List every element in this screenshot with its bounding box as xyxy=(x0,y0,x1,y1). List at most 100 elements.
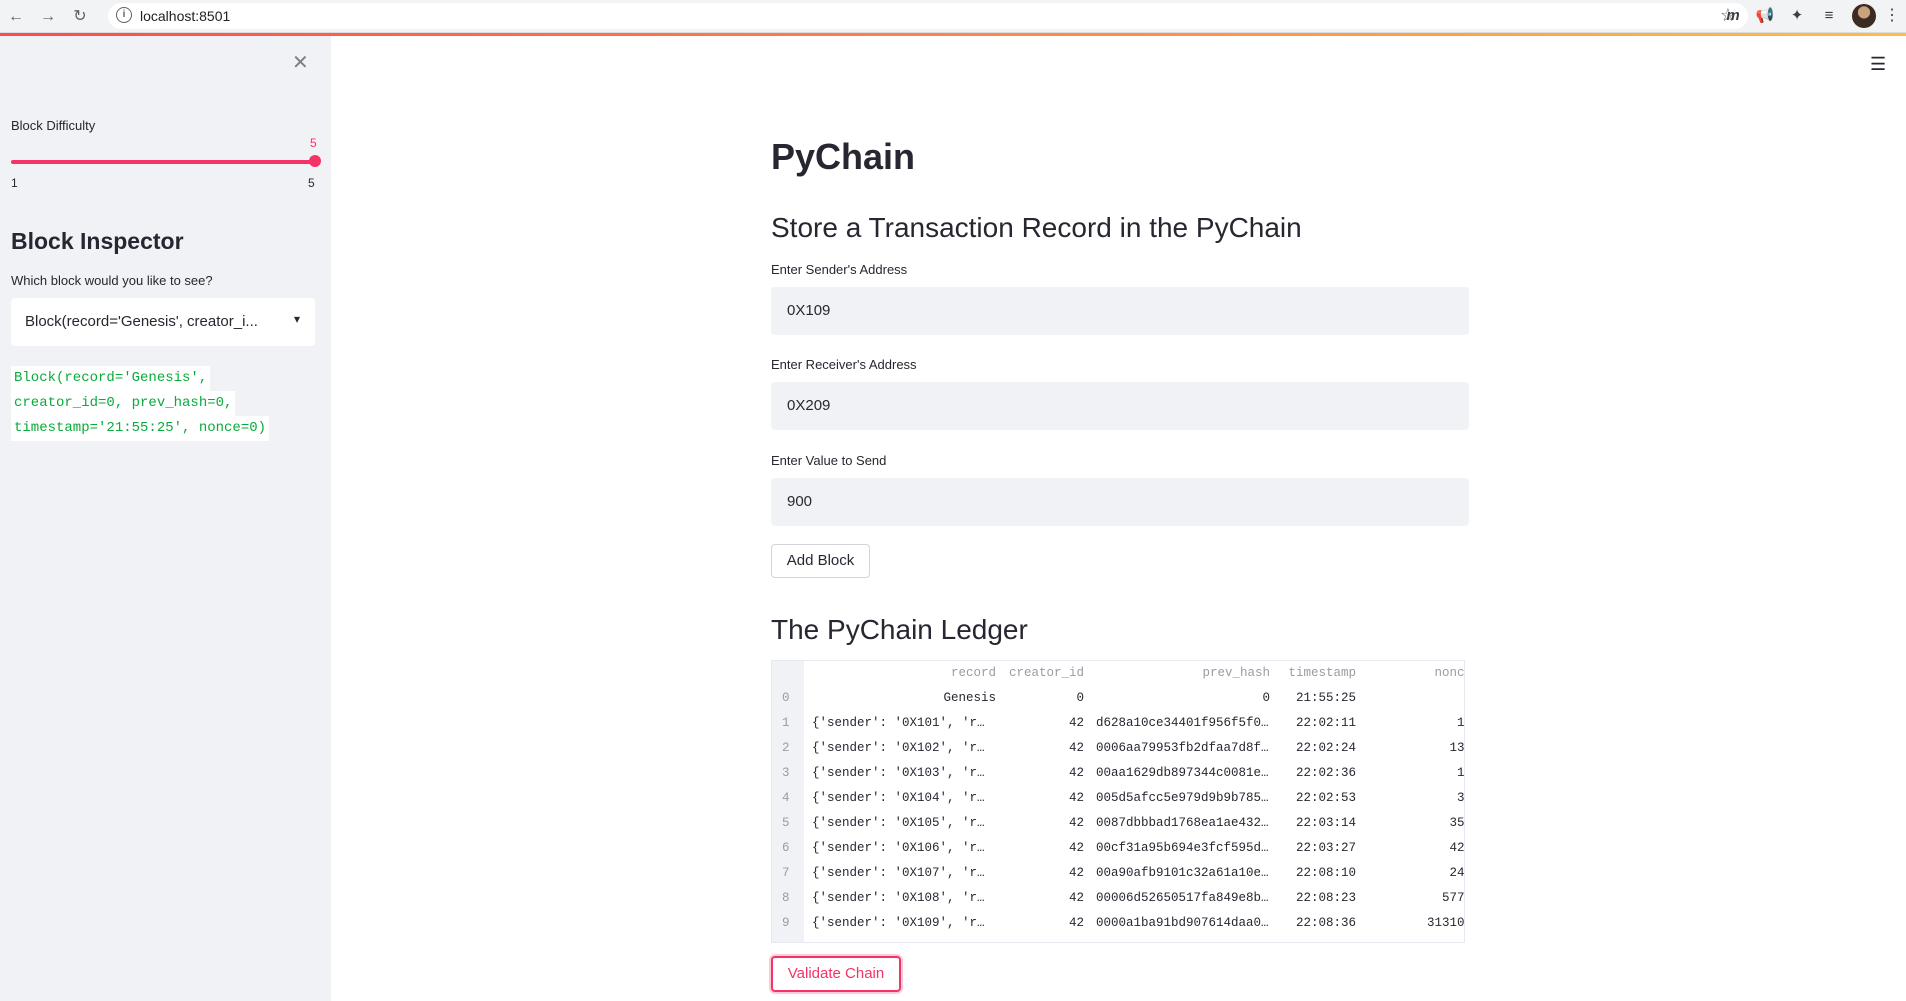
timestamp-cell[interactable]: 22:03:27 xyxy=(1282,841,1356,855)
creator-id-cell[interactable]: 42 xyxy=(1004,916,1084,930)
record-cell[interactable]: {'sender': '0X106', 'r… xyxy=(812,841,996,855)
row-index[interactable]: 5 xyxy=(782,816,796,830)
timestamp-cell[interactable]: 22:08:10 xyxy=(1282,866,1356,880)
back-arrow-icon[interactable]: ← xyxy=(4,5,28,29)
address-bar[interactable]: i localhost:8501 ☆ xyxy=(108,3,1748,29)
column-header-creator-id[interactable]: creator_id xyxy=(1004,666,1084,680)
column-header-nonce[interactable]: nonce xyxy=(1372,666,1464,680)
row-index[interactable]: 9 xyxy=(782,916,796,930)
creator-id-cell[interactable]: 42 xyxy=(1004,891,1084,905)
column-header-prev-hash[interactable]: prev_hash xyxy=(1096,666,1270,680)
timestamp-cell[interactable]: 22:02:24 xyxy=(1282,741,1356,755)
nonce-cell[interactable]: 5773 xyxy=(1372,891,1464,905)
block-select[interactable]: Block(record='Genesis', creator_i... ▾ xyxy=(11,298,315,346)
column-header-timestamp[interactable]: timestamp xyxy=(1282,666,1356,680)
amount-input[interactable]: 900 xyxy=(771,478,1469,526)
record-cell[interactable]: Genesis xyxy=(812,691,996,705)
caret-down-icon[interactable]: ▾ xyxy=(294,312,300,326)
table-row[interactable]: 8 {'sender': '0X108', 'r… 42 00006d52650517… xyxy=(772,886,1464,911)
block-select-value[interactable]: Block(record='Genesis', creator_i... xyxy=(25,313,258,330)
row-index[interactable]: 6 xyxy=(782,841,796,855)
nonce-cell[interactable]: 13 xyxy=(1372,766,1464,780)
row-index[interactable]: 2 xyxy=(782,741,796,755)
table-row[interactable]: 9 {'sender': '0X109', 'r… 42 0000a1ba91bd90… xyxy=(772,911,1464,936)
creator-id-cell[interactable]: 42 xyxy=(1004,816,1084,830)
ledger-table[interactable]: record creator_id prev_hash timestamp no… xyxy=(771,660,1465,943)
sender-input[interactable]: 0X109 xyxy=(771,287,1469,335)
timestamp-cell[interactable]: 22:02:11 xyxy=(1282,716,1356,730)
profile-avatar[interactable] xyxy=(1852,4,1876,28)
nonce-cell[interactable]: 0 xyxy=(1372,691,1464,705)
prev-hash-cell[interactable]: 00006d52650517fa849e8b… xyxy=(1096,891,1270,905)
table-row[interactable]: 1 {'sender': '0X101', 'r… 42 d628a10ce34401… xyxy=(772,711,1464,736)
creator-id-cell[interactable]: 42 xyxy=(1004,866,1084,880)
nonce-cell[interactable]: 313107 xyxy=(1372,916,1464,930)
row-index[interactable]: 3 xyxy=(782,766,796,780)
nonce-cell[interactable]: 424 xyxy=(1372,841,1464,855)
timestamp-cell[interactable]: 21:55:25 xyxy=(1282,691,1356,705)
creator-id-cell[interactable]: 42 xyxy=(1004,766,1084,780)
row-index[interactable]: 0 xyxy=(782,691,796,705)
timestamp-cell[interactable]: 22:02:36 xyxy=(1282,766,1356,780)
add-block-button[interactable]: Add Block xyxy=(771,544,870,578)
megaphone-extension-icon[interactable]: 📢 xyxy=(1754,5,1776,27)
media-queue-icon[interactable]: ≡ xyxy=(1818,5,1840,27)
creator-id-cell[interactable]: 42 xyxy=(1004,841,1084,855)
table-row[interactable]: 2 {'sender': '0X102', 'r… 42 0006aa79953fb2… xyxy=(772,736,1464,761)
timestamp-cell[interactable]: 22:08:36 xyxy=(1282,916,1356,930)
creator-id-cell[interactable]: 42 xyxy=(1004,741,1084,755)
table-row[interactable]: 4 {'sender': '0X104', 'r… 42 005d5afcc5e979… xyxy=(772,786,1464,811)
prev-hash-cell[interactable]: 00cf31a95b694e3fcf595d… xyxy=(1096,841,1270,855)
record-cell[interactable]: {'sender': '0X101', 'r… xyxy=(812,716,996,730)
nonce-cell[interactable]: 133 xyxy=(1372,741,1464,755)
nonce-cell[interactable]: 355 xyxy=(1372,816,1464,830)
timestamp-cell[interactable]: 22:08:23 xyxy=(1282,891,1356,905)
creator-id-cell[interactable]: 42 xyxy=(1004,716,1084,730)
timestamp-cell[interactable]: 22:03:14 xyxy=(1282,816,1356,830)
amount-input-value[interactable]: 900 xyxy=(787,493,812,510)
receiver-input[interactable]: 0X209 xyxy=(771,382,1469,430)
info-icon[interactable]: i xyxy=(116,7,132,23)
row-index[interactable]: 7 xyxy=(782,866,796,880)
row-index[interactable]: 4 xyxy=(782,791,796,805)
close-sidebar-icon[interactable]: ✕ xyxy=(292,50,309,75)
chrome-menu-icon[interactable]: ⋮ xyxy=(1884,5,1900,25)
sender-input-value[interactable]: 0X109 xyxy=(787,302,830,319)
creator-id-cell[interactable]: 42 xyxy=(1004,791,1084,805)
prev-hash-cell[interactable]: 0 xyxy=(1096,691,1270,705)
row-index[interactable]: 8 xyxy=(782,891,796,905)
record-cell[interactable]: {'sender': '0X108', 'r… xyxy=(812,891,996,905)
prev-hash-cell[interactable]: 0087dbbbad1768ea1ae432… xyxy=(1096,816,1270,830)
prev-hash-cell[interactable]: 0000a1ba91bd907614daa0… xyxy=(1096,916,1270,930)
prev-hash-cell[interactable]: 00aa1629db897344c0081e… xyxy=(1096,766,1270,780)
record-cell[interactable]: {'sender': '0X104', 'r… xyxy=(812,791,996,805)
nonce-cell[interactable]: 13 xyxy=(1372,716,1464,730)
table-row[interactable]: 6 {'sender': '0X106', 'r… 42 00cf31a95b694e… xyxy=(772,836,1464,861)
record-cell[interactable]: {'sender': '0X105', 'r… xyxy=(812,816,996,830)
difficulty-slider-thumb[interactable] xyxy=(309,155,321,167)
record-cell[interactable]: {'sender': '0X109', 'r… xyxy=(812,916,996,930)
nonce-cell[interactable]: 39 xyxy=(1372,791,1464,805)
difficulty-slider-track[interactable] xyxy=(11,160,315,164)
record-cell[interactable]: {'sender': '0X107', 'r… xyxy=(812,866,996,880)
table-row[interactable]: 3 {'sender': '0X103', 'r… 42 00aa1629db8973… xyxy=(772,761,1464,786)
table-row[interactable]: 0Genesis0021:55:250 xyxy=(772,686,1464,711)
table-row[interactable]: 5 {'sender': '0X105', 'r… 42 0087dbbbad1768… xyxy=(772,811,1464,836)
timestamp-cell[interactable]: 22:02:53 xyxy=(1282,791,1356,805)
prev-hash-cell[interactable]: 0006aa79953fb2dfaa7d8f… xyxy=(1096,741,1270,755)
hamburger-menu-icon[interactable]: ☰ xyxy=(1870,54,1886,75)
validate-chain-button[interactable]: Validate Chain xyxy=(771,956,901,992)
reload-icon[interactable]: ↻ xyxy=(68,5,92,29)
forward-arrow-icon[interactable]: → xyxy=(36,5,60,29)
creator-id-cell[interactable]: 0 xyxy=(1004,691,1084,705)
receiver-input-value[interactable]: 0X209 xyxy=(787,397,830,414)
nonce-cell[interactable]: 246 xyxy=(1372,866,1464,880)
table-row[interactable]: 7 {'sender': '0X107', 'r… 42 00a90afb9101c3… xyxy=(772,861,1464,886)
extension-m-icon[interactable]: m xyxy=(1722,5,1744,27)
prev-hash-cell[interactable]: 005d5afcc5e979d9b9b785… xyxy=(1096,791,1270,805)
puzzle-extensions-icon[interactable]: ✦ xyxy=(1786,5,1808,27)
prev-hash-cell[interactable]: d628a10ce34401f956f5f0… xyxy=(1096,716,1270,730)
row-index[interactable]: 1 xyxy=(782,716,796,730)
record-cell[interactable]: {'sender': '0X102', 'r… xyxy=(812,741,996,755)
url-text[interactable]: localhost:8501 xyxy=(140,8,230,24)
